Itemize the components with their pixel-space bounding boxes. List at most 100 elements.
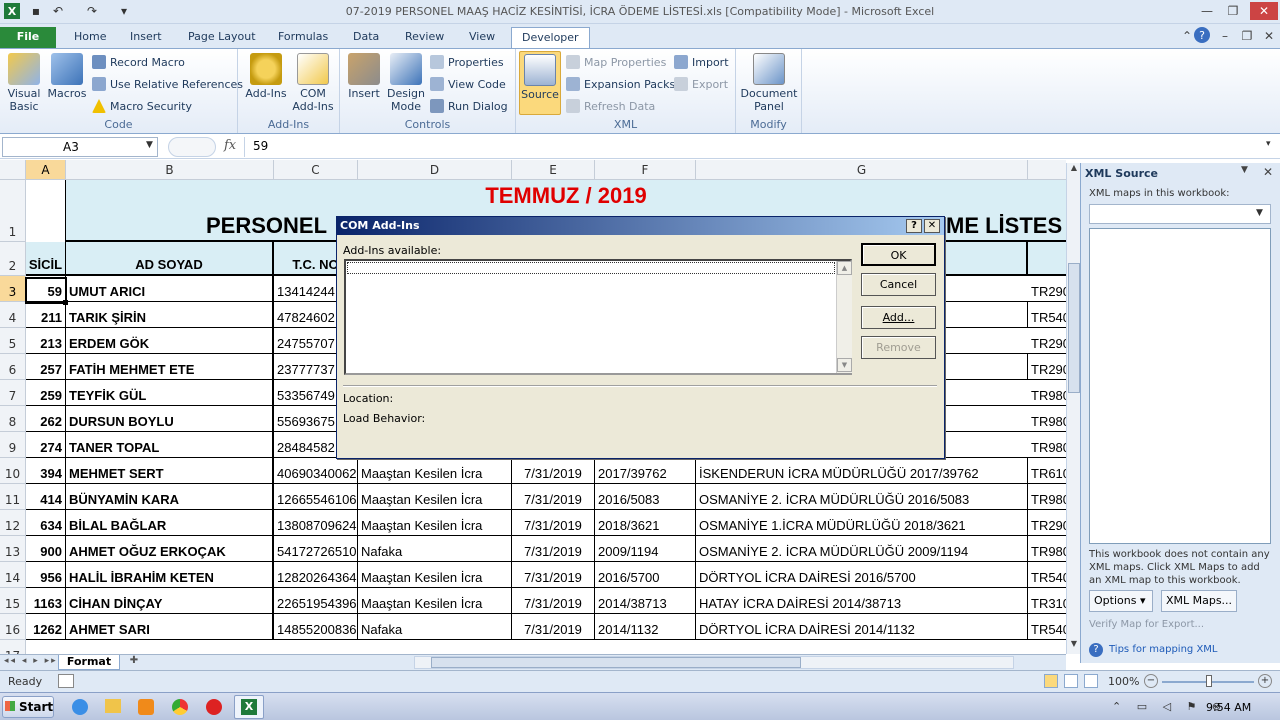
cell-date[interactable]: 7/31/2019	[512, 614, 595, 640]
select-all-corner[interactable]	[0, 160, 26, 180]
vertical-scrollbar[interactable]: ▲ ▼	[1066, 163, 1080, 654]
insert-function-icon[interactable]: fx	[224, 138, 236, 153]
vertical-scroll-thumb[interactable]	[1068, 263, 1080, 393]
header-ad-soyad[interactable]: AD SOYAD	[66, 242, 274, 276]
cell-name[interactable]: TANER TOPAL	[66, 432, 274, 458]
cell-iban[interactable]: TR540	[1028, 302, 1066, 328]
cell-sicil[interactable]: 274	[26, 432, 66, 458]
column-header-g[interactable]: G	[696, 160, 1028, 180]
run-dialog-button[interactable]: Run Dialog	[430, 99, 508, 113]
column-header-e[interactable]: E	[512, 160, 595, 180]
column-header-b[interactable]: B	[66, 160, 274, 180]
column-header-a[interactable]: A	[26, 160, 66, 180]
insert-control-button[interactable]: Insert	[344, 53, 384, 100]
cell-iban[interactable]: TR980	[1028, 406, 1066, 432]
cell-tc[interactable]: 12665546106	[274, 484, 358, 510]
zoom-in-icon[interactable]: +	[1258, 674, 1272, 688]
refresh-data-button[interactable]: Refresh Data	[566, 99, 655, 113]
cell-name[interactable]: MEHMET SERT	[66, 458, 274, 484]
relative-references-button[interactable]: Use Relative References	[92, 77, 243, 91]
minimize-icon[interactable]: —	[1196, 2, 1218, 20]
map-properties-button[interactable]: Map Properties	[566, 55, 666, 69]
cell-office[interactable]: OSMANİYE 2. İCRA MÜDÜRLÜĞÜ 2009/1194	[696, 536, 1028, 562]
cell-type[interactable]: Maaştan Kesilen İcra	[358, 484, 512, 510]
row-header[interactable]: 10	[0, 458, 26, 484]
cell-name[interactable]: AHMET OĞUZ ERKOÇAK	[66, 536, 274, 562]
row-header[interactable]: 9	[0, 432, 26, 458]
design-mode-button[interactable]: Design Mode	[384, 53, 428, 113]
formula-input[interactable]: 59	[244, 137, 1264, 157]
normal-view-icon[interactable]	[1044, 674, 1058, 688]
cell-iban[interactable]: TR980	[1028, 536, 1066, 562]
tab-developer[interactable]: Developer	[511, 27, 590, 48]
cell-iban[interactable]: TR540	[1028, 614, 1066, 640]
cell-sicil[interactable]: 956	[26, 562, 66, 588]
tab-insert[interactable]: Insert	[120, 27, 172, 48]
cell-sicil[interactable]: 634	[26, 510, 66, 536]
cell-name[interactable]: AHMET SARI	[66, 614, 274, 640]
cell-date[interactable]: 7/31/2019	[512, 458, 595, 484]
row-header[interactable]: 5	[0, 328, 26, 354]
cell-tc[interactable]: 13808709624	[274, 510, 358, 536]
xml-pane-close-icon[interactable]: ✕	[1263, 165, 1273, 179]
cell-iban[interactable]: TR310	[1028, 588, 1066, 614]
page-layout-view-icon[interactable]	[1064, 674, 1078, 688]
cell-file[interactable]: 2016/5083	[595, 484, 696, 510]
horizontal-scroll-thumb[interactable]	[431, 657, 801, 668]
tab-review[interactable]: Review	[395, 27, 454, 48]
xml-map-tree[interactable]	[1089, 228, 1271, 544]
row-header[interactable]: 6	[0, 354, 26, 380]
cell-iban[interactable]: TR290	[1028, 354, 1066, 380]
row-header-1[interactable]: 1	[0, 180, 26, 242]
row-header[interactable]: 3	[0, 276, 26, 302]
row-header[interactable]: 8	[0, 406, 26, 432]
close-icon[interactable]: ✕	[1250, 2, 1278, 20]
macro-security-button[interactable]: Macro Security	[92, 99, 192, 113]
addins-button[interactable]: Add-Ins	[244, 53, 288, 100]
cell-date[interactable]: 7/31/2019	[512, 588, 595, 614]
cell-type[interactable]: Maaştan Kesilen İcra	[358, 562, 512, 588]
opera-icon[interactable]	[206, 699, 222, 715]
cell-type[interactable]: Nafaka	[358, 614, 512, 640]
cell-sicil[interactable]: 259	[26, 380, 66, 406]
cell-type[interactable]: Maaştan Kesilen İcra	[358, 588, 512, 614]
row-header[interactable]: 7	[0, 380, 26, 406]
list-scroll-up-icon[interactable]: ▲	[837, 261, 852, 275]
cell-name[interactable]: UMUT ARICI	[66, 276, 274, 302]
cell-sicil[interactable]: 211	[26, 302, 66, 328]
xml-maps-dropdown[interactable]: ▼	[1089, 204, 1271, 224]
macros-button[interactable]: Macros	[46, 53, 88, 100]
cell-tc[interactable]: 22651954396	[274, 588, 358, 614]
cell-type[interactable]: Maaştan Kesilen İcra	[358, 458, 512, 484]
cell-tc[interactable]: 14855200836	[274, 614, 358, 640]
cell-tc[interactable]: 54172726510	[274, 536, 358, 562]
name-box-dropdown-icon[interactable]: ▼	[146, 140, 153, 150]
row-header[interactable]: 4	[0, 302, 26, 328]
source-button[interactable]: Source	[519, 51, 561, 115]
workbook-close-icon[interactable]: ✕	[1258, 27, 1280, 45]
column-header-c[interactable]: C	[274, 160, 358, 180]
list-scroll-down-icon[interactable]: ▼	[837, 358, 852, 372]
expansion-packs-button[interactable]: Expansion Packs	[566, 77, 675, 91]
cell-name[interactable]: TARIK ŞİRİN	[66, 302, 274, 328]
cell-file[interactable]: 2018/3621	[595, 510, 696, 536]
media-player-icon[interactable]	[138, 699, 154, 715]
cell-date[interactable]: 7/31/2019	[512, 510, 595, 536]
cell-iban[interactable]: TR610	[1028, 458, 1066, 484]
cell-office[interactable]: DÖRTYOL İCRA DAİRESİ 2016/5700	[696, 562, 1028, 588]
cell-sicil[interactable]: 262	[26, 406, 66, 432]
add-button[interactable]: Add...	[861, 306, 936, 329]
export-button[interactable]: Export	[674, 77, 728, 91]
cell-date[interactable]: 7/31/2019	[512, 562, 595, 588]
cell-office[interactable]: OSMANİYE 2. İCRA MÜDÜRLÜĞÜ 2016/5083	[696, 484, 1028, 510]
cell-sicil[interactable]: 59	[26, 276, 66, 302]
cell-type[interactable]: Maaştan Kesilen İcra	[358, 510, 512, 536]
remove-button[interactable]: Remove	[861, 336, 936, 359]
workbook-restore-icon[interactable]: ❐	[1236, 27, 1258, 45]
cell-sicil[interactable]: 1262	[26, 614, 66, 640]
record-macro-button[interactable]: Record Macro	[92, 55, 185, 69]
cell-sicil[interactable]: 213	[26, 328, 66, 354]
dialog-help-icon[interactable]: ?	[906, 219, 922, 233]
internet-explorer-icon[interactable]	[72, 699, 88, 715]
cell-name[interactable]: DURSUN BOYLU	[66, 406, 274, 432]
